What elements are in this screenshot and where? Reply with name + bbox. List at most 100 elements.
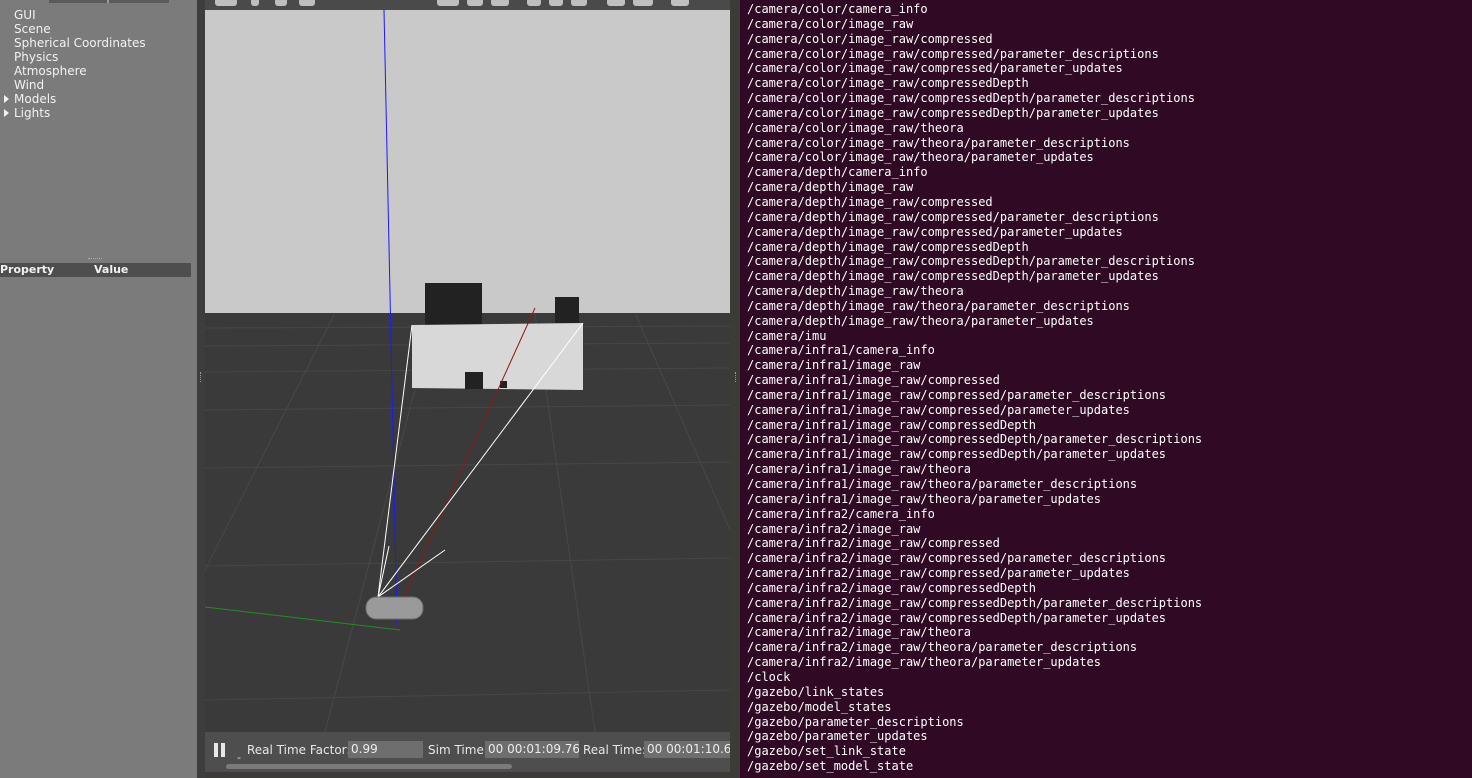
topic-line: /camera/infra1/image_raw/compressed/para… (747, 387, 1167, 402)
topic-line: /camera/depth/image_raw/theora (747, 284, 964, 299)
world-tree-item-physics[interactable]: Physics (14, 50, 58, 64)
topic-line: /camera/depth/image_raw/theora/parameter… (747, 298, 1130, 313)
topic-line: /camera/infra2/image_raw/compressed/para… (747, 566, 1130, 581)
tree-item-label: Physics (14, 50, 59, 64)
rotate-mode-icon[interactable] (275, 0, 287, 6)
splitter-grip[interactable] (200, 372, 203, 382)
pause-bar (214, 743, 218, 757)
robot-model[interactable] (365, 596, 424, 620)
world-tree-item-lights[interactable]: Lights (4, 106, 51, 120)
property-column-header: Property (0, 263, 55, 276)
world-tree-item-spherical-coordinates[interactable]: Spherical Coordinates (14, 36, 146, 50)
topic-line: /gazebo/model_states (747, 699, 892, 714)
step-button[interactable]: - (237, 751, 241, 764)
select-mode-icon[interactable] (215, 0, 237, 6)
copy-icon[interactable] (607, 0, 625, 6)
splitter-grip[interactable] (735, 372, 738, 382)
topic-line: /camera/infra2/image_raw/compressedDepth… (747, 610, 1167, 625)
topic-line: /camera/infra1/image_raw/compressed/para… (747, 402, 1130, 417)
world-panel: GUI Scene Spherical Coordinates Physics Atmo… (0, 0, 197, 778)
right-splitter[interactable] (730, 0, 740, 778)
align-icon[interactable] (671, 0, 689, 6)
topic-line: /camera/depth/camera_info (747, 165, 928, 180)
topic-line: /camera/infra1/image_raw/compressed (747, 373, 1000, 388)
topic-line: /camera/infra2/image_raw/theora/paramete… (747, 640, 1138, 655)
panel-tab-strip[interactable] (49, 0, 169, 3)
property-table-header: Property Value (0, 263, 191, 277)
topic-line: /camera/infra2/image_raw/theora (747, 625, 971, 640)
terminal-window[interactable]: /camera/color/camera_info/camera/color/i… (740, 0, 1472, 778)
topic-line: /camera/imu (747, 328, 827, 343)
simulation-status-bar: - Real Time Factor: 0.99 Sim Time: 00 00… (205, 732, 730, 772)
value-column-header: Value (94, 263, 129, 276)
topic-line: /gazebo/parameter_descriptions (747, 714, 964, 729)
topic-line: /camera/infra1/image_raw/compressedDepth (747, 417, 1036, 432)
point-light-icon[interactable] (527, 0, 541, 6)
real-time-label: Real Time: (583, 743, 647, 757)
topic-line: /camera/color/image_raw/theora (747, 120, 964, 135)
left-splitter[interactable] (197, 0, 205, 778)
topic-line: /gazebo/set_link_state (747, 744, 906, 759)
topic-line: /camera/depth/image_raw/compressedDepth/… (747, 269, 1159, 284)
pause-icon[interactable] (214, 743, 226, 757)
topic-line: /camera/infra2/image_raw/theora/paramete… (747, 655, 1102, 670)
topic-line: /camera/infra2/image_raw/compressedDepth (747, 580, 1036, 595)
topic-line: /camera/depth/image_raw (747, 180, 914, 195)
world-tree-item-gui[interactable]: GUI (14, 8, 36, 22)
scale-mode-icon[interactable] (299, 0, 315, 6)
topic-line: /clock (747, 669, 791, 684)
topic-line: /camera/depth/image_raw/compressedDepth (747, 239, 1029, 254)
topic-line: /gazebo/set_model_state (747, 759, 914, 774)
tree-item-label: Models (14, 92, 57, 106)
topic-line: /camera/color/image_raw/compressedDepth (747, 76, 1029, 91)
sphere-shape-icon[interactable] (467, 0, 483, 6)
black-box-model[interactable] (555, 297, 579, 323)
sky-background (205, 10, 730, 313)
topic-line: /camera/depth/image_raw/compressed (747, 194, 993, 209)
expand-arrow-icon[interactable] (4, 109, 9, 117)
world-tree-item-scene[interactable]: Scene (14, 22, 51, 36)
world-tree-item-wind[interactable]: Wind (14, 78, 44, 92)
rtf-label: Real Time Factor: (247, 743, 351, 757)
world-tree-item-atmosphere[interactable]: Atmosphere (14, 64, 87, 78)
world-tree-item-models[interactable]: Models (4, 92, 57, 106)
translate-mode-icon[interactable] (251, 0, 259, 6)
tree-item-label: Scene (14, 22, 51, 36)
box-shape-icon[interactable] (437, 0, 459, 6)
horizontal-scrollbar[interactable] (226, 764, 512, 769)
topic-line: /camera/color/image_raw/compressed/param… (747, 46, 1159, 61)
paste-icon[interactable] (633, 0, 653, 6)
rtf-value: 0.99 (348, 741, 423, 758)
topic-line: /camera/infra2/image_raw/compressed/para… (747, 551, 1167, 566)
scene-viewport[interactable] (205, 10, 730, 732)
black-box-model[interactable] (425, 283, 482, 325)
topic-line: /camera/infra1/image_raw/compressedDepth… (747, 447, 1167, 462)
topic-line: /camera/depth/image_raw/compressed/param… (747, 209, 1159, 224)
topic-line: /camera/infra1/image_raw/theora (747, 462, 971, 477)
topic-line: /camera/infra1/image_raw/theora/paramete… (747, 477, 1138, 491)
scene-render[interactable] (205, 10, 730, 732)
panel-resize-handle[interactable] (88, 258, 102, 261)
topic-line: /camera/infra2/camera_info (747, 506, 935, 521)
topic-line: /camera/color/image_raw (747, 16, 914, 31)
topic-line: /camera/color/image_raw/theora/parameter… (747, 135, 1130, 150)
topic-line: /camera/color/image_raw/compressed/param… (747, 61, 1123, 76)
cylinder-shape-icon[interactable] (491, 0, 509, 6)
black-box-model[interactable] (465, 372, 483, 389)
expand-arrow-icon[interactable] (4, 95, 9, 103)
topic-line: /camera/color/image_raw/compressed (747, 31, 993, 46)
topic-line: /gazebo/parameter_updates (747, 729, 928, 744)
tree-item-label: Atmosphere (14, 64, 87, 78)
topic-line: /camera/infra2/image_raw/compressedDepth… (747, 595, 1203, 610)
topic-line: /gazebo/link_states (747, 684, 885, 699)
directional-light-icon[interactable] (571, 0, 587, 6)
sim-time-label: Sim Time: (428, 743, 488, 757)
topic-line: /camera/color/image_raw/theora/parameter… (747, 150, 1094, 165)
gazebo-toolbar (205, 0, 730, 10)
topic-line: /camera/infra1/image_raw/compressedDepth… (747, 432, 1203, 447)
rostopic-list-output: /camera/color/camera_info/camera/color/i… (747, 2, 1202, 774)
tree-item-label: Spherical Coordinates (14, 36, 146, 50)
tree-item-label: Lights (14, 106, 51, 120)
spot-light-icon[interactable] (549, 0, 563, 6)
topic-line: /camera/infra1/image_raw (747, 358, 921, 373)
